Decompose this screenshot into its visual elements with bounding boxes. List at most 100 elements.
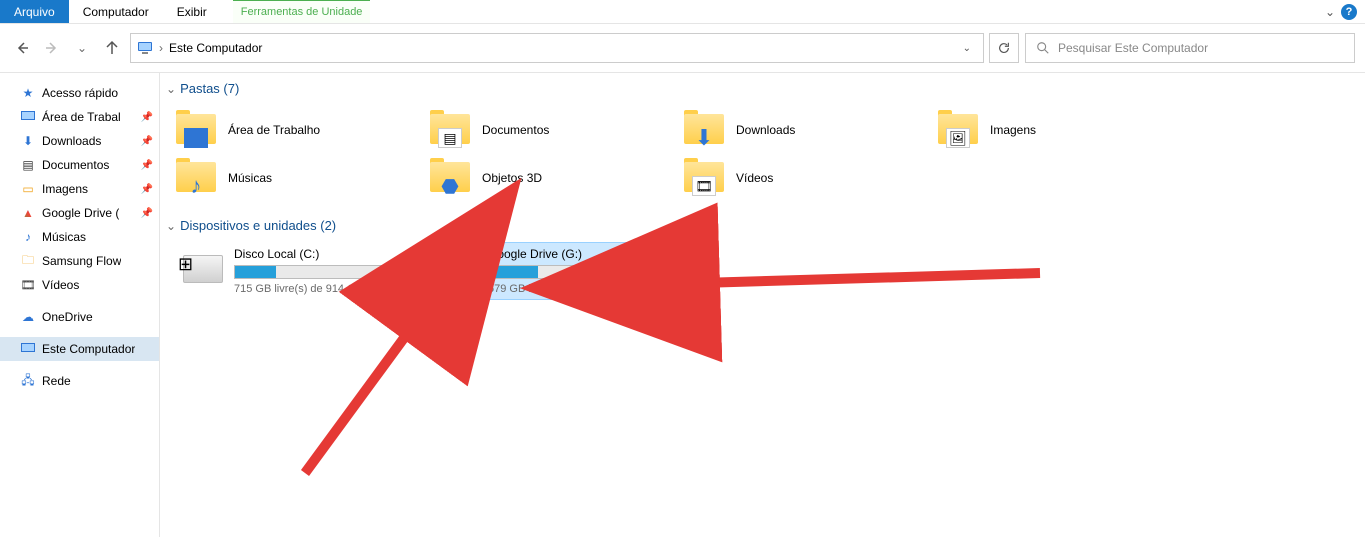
refresh-button[interactable] — [989, 33, 1019, 63]
menu-tab-view[interactable]: Exibir — [163, 0, 221, 23]
ribbon-toggle-icon[interactable]: ⌄ — [1325, 5, 1335, 19]
folder-label: Área de Trabalho — [228, 123, 320, 137]
drive-icon — [436, 247, 478, 283]
this-pc-icon — [137, 40, 153, 56]
sidebar-item-label: Músicas — [42, 230, 86, 244]
sidebar-item-gdrive[interactable]: ▲ Google Drive ( 📌 — [0, 201, 159, 225]
breadcrumb-this-pc[interactable]: Este Computador — [169, 41, 262, 55]
document-icon: ▤ — [20, 157, 36, 173]
desktop-icon — [20, 109, 36, 125]
sidebar-network[interactable]: 🖧 Rede — [0, 369, 159, 393]
windows-logo-icon: ⊞ — [178, 254, 193, 275]
up-button[interactable] — [100, 36, 124, 60]
pin-icon: 📌 — [141, 184, 153, 195]
sidebar-item-label: Google Drive ( — [42, 206, 119, 220]
folder-icon: ▤ — [430, 112, 472, 148]
arrow-right-icon — [44, 40, 60, 56]
forward-button[interactable] — [40, 36, 64, 60]
folder-label: Músicas — [228, 171, 272, 185]
main-area: ★ Acesso rápido Área de Trabal 📌 ⬇ Downl… — [0, 73, 1365, 537]
help-icon[interactable]: ? — [1341, 4, 1357, 20]
folder-label: Imagens — [990, 123, 1036, 137]
search-icon — [1036, 41, 1050, 55]
folder-images[interactable]: 🖼 Imagens — [938, 106, 1192, 154]
sidebar-onedrive[interactable]: ☁ OneDrive — [0, 305, 159, 329]
refresh-icon — [997, 41, 1011, 55]
sidebar-item-images[interactable]: ▭ Imagens 📌 — [0, 177, 159, 201]
nav-toolbar: ⌄ › Este Computador ⌄ Pesquisar Este Com… — [0, 24, 1365, 72]
recent-locations-button[interactable]: ⌄ — [70, 36, 94, 60]
folder-3d-objects[interactable]: ⬣ Objetos 3D — [430, 154, 684, 202]
pin-icon: 📌 — [141, 160, 153, 171]
sidebar-item-label: Downloads — [42, 134, 101, 148]
folder-label: Objetos 3D — [482, 171, 542, 185]
image-icon: ▭ — [20, 181, 36, 197]
sidebar-item-label: Área de Trabal — [42, 110, 121, 124]
drive-status: 715 GB livre(s) de 914 GB — [234, 283, 424, 295]
gdrive-icon: ▲ — [20, 205, 36, 221]
sidebar-item-videos[interactable]: 🎞 Vídeos — [0, 273, 159, 297]
drive-icon: ⊞ — [182, 247, 224, 283]
sidebar-this-pc[interactable]: Este Computador — [0, 337, 159, 361]
folder-label: Vídeos — [736, 171, 773, 185]
folder-icon: 🗀 — [20, 253, 36, 269]
address-bar[interactable]: › Este Computador ⌄ — [130, 33, 984, 63]
folder-icon: ⬣ — [430, 160, 472, 196]
folder-desktop[interactable]: Área de Trabalho — [176, 106, 430, 154]
sidebar-item-label: Imagens — [42, 182, 88, 196]
drive-usage-bar — [234, 265, 424, 279]
section-folders[interactable]: ⌄ Pastas (7) — [166, 79, 1365, 106]
drives-row: ⊞ Disco Local (C:) 715 GB livre(s) de 91… — [176, 243, 1365, 299]
folder-documents[interactable]: ▤ Documentos — [430, 106, 684, 154]
address-history-icon[interactable]: ⌄ — [957, 43, 977, 54]
folder-label: Downloads — [736, 123, 795, 137]
menu-tab-file[interactable]: Arquivo — [0, 0, 69, 23]
folder-grid: Área de Trabalho ▤ Documentos ⬇ Download… — [176, 106, 1365, 202]
sidebar-label: OneDrive — [42, 310, 93, 324]
sidebar-item-desktop[interactable]: Área de Trabal 📌 — [0, 105, 159, 129]
sidebar-item-music[interactable]: ♪ Músicas — [0, 225, 159, 249]
folder-icon: 🖼 — [938, 112, 980, 148]
section-drives[interactable]: ⌄ Dispositivos e unidades (2) — [166, 216, 1365, 243]
nav-sidebar: ★ Acesso rápido Área de Trabal 📌 ⬇ Downl… — [0, 73, 160, 537]
download-icon: ⬇ — [20, 133, 36, 149]
chevron-down-icon: ⌄ — [77, 41, 87, 55]
sidebar-item-label: Samsung Flow — [42, 254, 121, 268]
sidebar-item-label: Vídeos — [42, 278, 79, 292]
cloud-icon: ☁ — [20, 309, 36, 325]
chevron-right-icon: › — [159, 41, 163, 55]
sidebar-label: Acesso rápido — [42, 86, 118, 100]
drive-local-c[interactable]: ⊞ Disco Local (C:) 715 GB livre(s) de 91… — [176, 243, 430, 299]
star-icon: ★ — [20, 85, 36, 101]
menu-tab-computer[interactable]: Computador — [69, 0, 163, 23]
sidebar-label: Rede — [42, 374, 71, 388]
pin-icon: 📌 — [141, 112, 153, 123]
menu-tab-drive-tools[interactable]: Ferramentas de Unidade — [233, 0, 371, 23]
sidebar-quick-access[interactable]: ★ Acesso rápido — [0, 81, 159, 105]
sidebar-item-documents[interactable]: ▤ Documentos 📌 — [0, 153, 159, 177]
pin-icon: 📌 — [141, 208, 153, 219]
folder-downloads[interactable]: ⬇ Downloads — [684, 106, 938, 154]
section-title: Dispositivos e unidades (2) — [180, 218, 336, 233]
folder-music[interactable]: ♪ Músicas — [176, 154, 430, 202]
back-button[interactable] — [10, 36, 34, 60]
folder-icon — [176, 112, 218, 148]
search-placeholder: Pesquisar Este Computador — [1058, 41, 1208, 55]
folder-videos[interactable]: 🎞 Vídeos — [684, 154, 938, 202]
sidebar-label: Este Computador — [42, 342, 135, 356]
network-icon: 🖧 — [20, 373, 36, 389]
sidebar-item-samsung-flow[interactable]: 🗀 Samsung Flow — [0, 249, 159, 273]
folder-icon: ♪ — [176, 160, 218, 196]
drive-google-g[interactable]: Google Drive (G:) 679 GB livre(s) de 914… — [430, 243, 684, 299]
drive-status: 679 GB livre(s) de 914 GB — [488, 283, 678, 295]
folder-icon: ⬇ — [684, 112, 726, 148]
folder-icon: 🎞 — [684, 160, 726, 196]
search-box[interactable]: Pesquisar Este Computador — [1025, 33, 1355, 63]
arrow-up-icon — [104, 40, 120, 56]
this-pc-icon — [20, 341, 36, 357]
sidebar-item-downloads[interactable]: ⬇ Downloads 📌 — [0, 129, 159, 153]
sidebar-item-label: Documentos — [42, 158, 109, 172]
chevron-down-icon: ⌄ — [166, 82, 176, 96]
drive-name: Google Drive (G:) — [488, 247, 678, 261]
pin-icon: 📌 — [141, 136, 153, 147]
